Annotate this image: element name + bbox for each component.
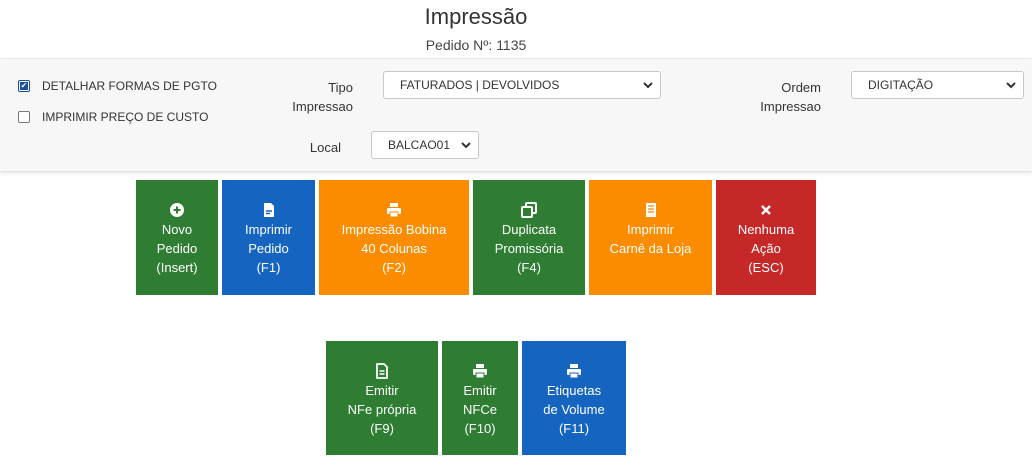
duplicata-promissoria-button[interactable]: Duplicata Promissória (F4): [473, 180, 585, 295]
chevron-down-icon: [1006, 82, 1016, 89]
imprimir-custo-label: IMPRIMIR PREÇO DE CUSTO: [42, 110, 209, 124]
ordem-label-line1: Ordem: [781, 80, 821, 95]
ordem-impressao-value: DIGITAÇÃO: [868, 78, 934, 92]
close-icon: [761, 205, 771, 215]
emitir-nfe-label: Emitir NFe própria (F9): [347, 383, 417, 436]
novo-pedido-label: Novo Pedido (Insert): [156, 222, 198, 275]
tipo-label-line1: Tipo: [328, 80, 353, 95]
novo-pedido-button[interactable]: Novo Pedido (Insert): [136, 180, 218, 295]
print-dialog: Impressão Pedido Nº: 1135 ✔ DETALHAR FOR…: [0, 0, 1032, 468]
local-select[interactable]: BALCAO01: [371, 131, 479, 159]
print-options-panel: ✔ DETALHAR FORMAS DE PGTO IMPRIMIR PREÇO…: [0, 58, 1032, 172]
local-label: Local: [309, 140, 341, 155]
document-icon: [376, 363, 388, 379]
imprimir-pedido-label: Imprimir Pedido (F1): [245, 222, 292, 275]
impressao-bobina-label: Impressão Bobina 40 Colunas (F2): [341, 222, 447, 275]
imprimir-custo-checkbox[interactable]: [18, 111, 30, 123]
emitir-nfce-label: Emitir NFCe (F10): [463, 383, 497, 436]
nenhuma-acao-button[interactable]: Nenhuma Ação (ESC): [716, 180, 816, 295]
detalhar-formas-checkbox-row[interactable]: ✔ DETALHAR FORMAS DE PGTO: [18, 79, 217, 93]
nenhuma-acao-label: Nenhuma Ação (ESC): [737, 222, 795, 275]
local-value: BALCAO01: [388, 138, 451, 152]
tipo-impressao-select[interactable]: FATURADOS | DEVOLVIDOS: [383, 71, 661, 99]
etiquetas-volume-button[interactable]: Etiquetas de Volume (F11): [522, 341, 626, 455]
chevron-down-icon: [461, 142, 471, 149]
etiquetas-volume-label: Etiquetas de Volume (F11): [543, 383, 605, 436]
duplicata-promissoria-label: Duplicata Promissória (F4): [494, 222, 564, 275]
imprimir-custo-checkbox-row[interactable]: IMPRIMIR PREÇO DE CUSTO: [18, 110, 208, 124]
imprimir-pedido-button[interactable]: Imprimir Pedido (F1): [222, 180, 315, 295]
impressao-bobina-button[interactable]: Impressão Bobina 40 Colunas (F2): [319, 180, 469, 295]
ordem-impressao-select[interactable]: DIGITAÇÃO: [851, 71, 1024, 99]
page-title: Impressão: [424, 4, 528, 29]
tipo-impressao-value: FATURADOS | DEVOLVIDOS: [400, 78, 560, 92]
receipt-icon: [645, 203, 656, 217]
plus-circle-icon: [170, 203, 184, 217]
chevron-down-icon: [643, 82, 653, 89]
tipo-label-line2: Impressao: [292, 99, 353, 114]
imprimir-carne-label: Imprimir Carnê da Loja: [609, 222, 692, 256]
order-number: Pedido Nº: 1135: [425, 37, 527, 53]
imprimir-carne-button[interactable]: Imprimir Carnê da Loja: [589, 180, 712, 295]
printer-icon: [387, 203, 401, 218]
pdf-file-icon: [263, 203, 274, 217]
tipo-impressao-label: Tipo Impressao: [270, 78, 353, 116]
emitir-nfe-button[interactable]: Emitir NFe própria (F9): [326, 341, 438, 455]
printer-icon: [473, 364, 487, 379]
detalhar-formas-checkbox[interactable]: ✔: [18, 80, 30, 92]
emitir-nfce-button[interactable]: Emitir NFCe (F10): [442, 341, 518, 455]
ordem-impressao-label: Ordem Impressao: [740, 78, 821, 116]
copy-icon: [521, 202, 537, 218]
detalhar-formas-label: DETALHAR FORMAS DE PGTO: [42, 79, 217, 93]
ordem-label-line2: Impressao: [760, 99, 821, 114]
printer-icon: [567, 364, 581, 379]
